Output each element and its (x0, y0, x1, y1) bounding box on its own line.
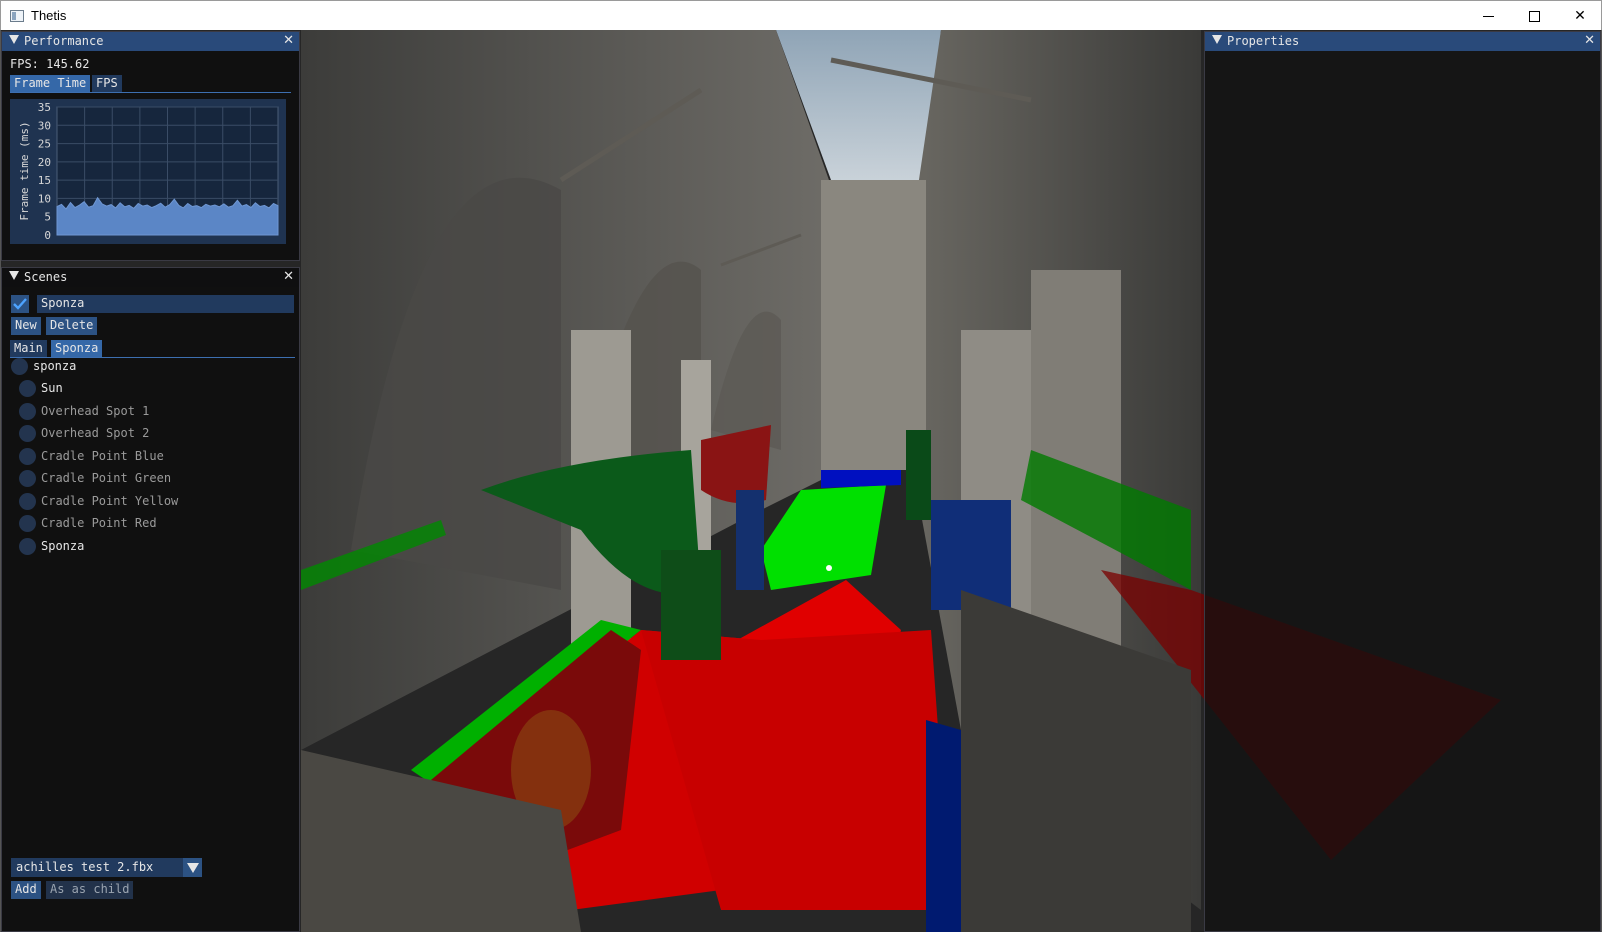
y-tick-label: 25 (38, 138, 51, 151)
performance-panel: Performance ✕ FPS: 145.62 Frame Time FPS… (1, 31, 300, 261)
tab-sponza[interactable]: Sponza (51, 340, 103, 357)
collapse-arrow-icon[interactable] (9, 271, 19, 280)
scene-tree-item[interactable]: Overhead Spot 1 (19, 401, 149, 421)
collapse-arrow-icon[interactable] (1212, 35, 1222, 44)
add-as-child-button[interactable]: As as child (46, 881, 134, 899)
scene-tree-item[interactable]: Cradle Point Yellow (19, 491, 178, 511)
collapse-arrow-icon[interactable] (9, 35, 19, 44)
properties-panel: Properties ✕ (1204, 31, 1601, 932)
y-tick-label: 35 (38, 101, 51, 114)
tree-node-bullet-icon[interactable] (11, 357, 28, 375)
tree-node-bullet-icon[interactable] (19, 379, 36, 397)
y-axis-label: Frame time (ms) (18, 121, 31, 220)
y-tick-label: 20 (38, 156, 51, 169)
frame-time-chart: 35 30 25 20 15 10 5 0 Frame time (ms) (18, 101, 279, 242)
performance-panel-header[interactable]: Performance ✕ (2, 32, 299, 51)
tree-node-bullet-icon[interactable] (19, 514, 36, 532)
scenes-panel: Scenes ✕ Sponza New Delete Main Sponza s… (1, 267, 300, 932)
panel-title: Scenes (24, 270, 68, 284)
y-tick-label: 15 (38, 174, 51, 187)
minimize-button[interactable] (1465, 1, 1511, 31)
tree-node-bullet-icon[interactable] (19, 447, 36, 465)
tree-node-bullet-icon[interactable] (19, 424, 36, 442)
scenes-panel-header[interactable]: Scenes ✕ (2, 268, 299, 287)
y-tick-label: 30 (38, 119, 51, 132)
panel-close-icon[interactable]: ✕ (1584, 33, 1595, 48)
frame-time-plot: 35 30 25 20 15 10 5 0 Frame time (ms) (10, 99, 286, 244)
tab-frame-time[interactable]: Frame Time (10, 75, 91, 92)
maximize-button[interactable] (1511, 1, 1557, 31)
tree-node-bullet-icon[interactable] (19, 537, 36, 555)
properties-panel-header[interactable]: Properties ✕ (1205, 32, 1600, 51)
maximize-icon (1528, 10, 1540, 22)
scene-tree-item[interactable]: Cradle Point Green (19, 468, 171, 488)
y-tick-label: 5 (44, 211, 51, 224)
tab-main[interactable]: Main (10, 340, 47, 357)
model-file-combo[interactable]: achilles test 2.fbx (11, 858, 202, 877)
scene-active-checkbox[interactable] (11, 295, 29, 313)
combo-value: achilles test 2.fbx (16, 860, 154, 874)
scene-tree-item[interactable]: sponza (11, 356, 76, 376)
dropdown-arrow-icon[interactable] (183, 858, 202, 877)
y-tick-label: 10 (38, 192, 51, 205)
new-scene-button[interactable]: New (11, 317, 41, 335)
fps-readout: FPS: 145.62 (10, 57, 90, 71)
tree-node-bullet-icon[interactable] (19, 402, 36, 420)
performance-tabbar: Frame Time FPS (10, 75, 291, 93)
close-icon: ✕ (1574, 8, 1586, 24)
scene-name-input[interactable]: Sponza (37, 295, 294, 313)
delete-scene-button[interactable]: Delete (46, 317, 98, 335)
close-window-button[interactable]: ✕ (1557, 1, 1602, 31)
tree-node-bullet-icon[interactable] (19, 469, 36, 487)
panel-title: Performance (24, 34, 104, 48)
scene-tree-item[interactable]: Sun (19, 378, 63, 398)
window-titlebar: Thetis ✕ (0, 0, 1602, 30)
minimize-icon (1482, 15, 1494, 17)
app-icon (10, 10, 24, 22)
tree-node-bullet-icon[interactable] (19, 492, 36, 510)
scene-tree-item[interactable]: Sponza (19, 536, 84, 556)
add-model-button[interactable]: Add (11, 881, 41, 899)
checkmark-icon (13, 298, 27, 310)
scene-tree-item[interactable]: Overhead Spot 2 (19, 423, 149, 443)
scene-tree-item[interactable]: Cradle Point Red (19, 513, 157, 533)
window-title: Thetis (31, 8, 67, 23)
panel-close-icon[interactable]: ✕ (283, 269, 294, 284)
scene-tree-item[interactable]: Cradle Point Blue (19, 446, 164, 466)
panel-title: Properties (1227, 34, 1300, 48)
tab-fps[interactable]: FPS (92, 75, 122, 92)
panel-close-icon[interactable]: ✕ (283, 33, 294, 48)
y-tick-label: 0 (44, 229, 51, 242)
